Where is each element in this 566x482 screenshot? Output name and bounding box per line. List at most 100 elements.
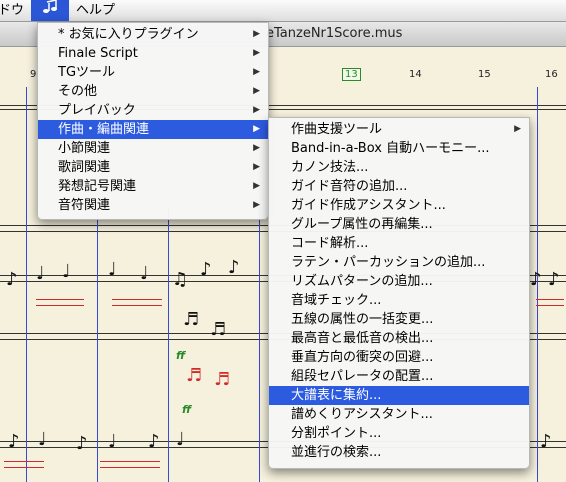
hairpin	[536, 299, 564, 300]
window-title: eTanzeNr1Score.mus	[266, 26, 403, 41]
menu-item-measures[interactable]: 小節関連 ▶	[38, 139, 268, 158]
submenu-arrow-icon: ▶	[253, 124, 260, 134]
menu-item-cue-assistant[interactable]: ガイド作成アシスタント...	[269, 196, 529, 215]
note: ♬	[186, 365, 203, 386]
menu-window[interactable]: ドウ	[0, 0, 31, 21]
menu-item-label: 発想記号関連	[58, 179, 137, 194]
note: ♬	[183, 309, 200, 330]
menu-item-other[interactable]: その他 ▶	[38, 82, 268, 101]
note: ♩	[140, 263, 149, 284]
menu-item-label: ガイド作成アシスタント...	[291, 198, 446, 213]
menu-item-latin-percussion[interactable]: ラテン・パーカッションの追加...	[269, 253, 529, 272]
submenu-arrow-icon: ▶	[253, 105, 260, 115]
note: ♬	[214, 369, 231, 390]
submenu-arrow-icon: ▶	[514, 124, 521, 134]
note: ♩	[176, 429, 185, 450]
menu-item-find-parallels[interactable]: 並進行の検索...	[269, 443, 529, 462]
menu-item-favorites[interactable]: * お気に入りプラグイン ▶	[38, 25, 268, 44]
hairpin	[4, 461, 44, 462]
barline	[168, 207, 169, 482]
menu-item-add-cue-notes[interactable]: ガイド音符の追加...	[269, 177, 529, 196]
menu-item-label: 分割ポイント...	[291, 426, 382, 441]
hairpin	[536, 305, 564, 306]
menu-item-rhythm-pattern[interactable]: リズムパターンの追加...	[269, 272, 529, 291]
note: ♩	[38, 429, 47, 450]
menu-item-label: Band-in-a-Box 自動ハーモニー...	[291, 141, 490, 156]
note: ♪	[228, 257, 240, 278]
note: ♪	[6, 269, 18, 290]
menu-item-chord-analysis[interactable]: コード解析...	[269, 234, 529, 253]
submenu-arrow-icon: ▶	[253, 162, 260, 172]
hairpin	[112, 305, 162, 306]
menu-item-label: ラテン・パーカッションの追加...	[291, 255, 486, 270]
menu-item-piano-reduction[interactable]: 大譜表に集約...	[269, 386, 529, 405]
submenu-arrow-icon: ▶	[253, 48, 260, 58]
menu-item-label: プレイバック	[58, 103, 136, 118]
menu-item-composition[interactable]: 作曲・編曲関連 ▶	[38, 120, 268, 139]
menu-item-finale-script[interactable]: Finale Script ▶	[38, 44, 268, 63]
measure-number: 15	[478, 69, 491, 80]
menu-help[interactable]: ヘルプ	[69, 0, 122, 21]
menu-item-range-check[interactable]: 音域チェック...	[269, 291, 529, 310]
menu-item-label: ガイド音符の追加...	[291, 179, 408, 194]
menu-item-lyrics[interactable]: 歌詞関連 ▶	[38, 158, 268, 177]
menu-item-label: グループ属性の再編集...	[291, 217, 433, 232]
menu-item-system-separator[interactable]: 組段セパレータの配置...	[269, 367, 529, 386]
menu-item-group-attributes[interactable]: グループ属性の再編集...	[269, 215, 529, 234]
menu-item-label: TGツール	[58, 65, 116, 80]
menu-item-label: 最高音と最低音の検出...	[291, 331, 434, 346]
composition-submenu: 作曲支援ツール ▶ Band-in-a-Box 自動ハーモニー... カノン技法.…	[268, 117, 530, 469]
barline	[97, 207, 98, 482]
note: ♬	[210, 319, 227, 340]
plugins-menu: * お気に入りプラグイン ▶ Finale Script ▶ TGツール ▶ その他 ▶…	[37, 22, 269, 220]
menu-item-tg-tools[interactable]: TGツール ▶	[38, 63, 268, 82]
measure-number-boxed: 13	[342, 68, 361, 81]
menu-item-vertical-collision[interactable]: 垂直方向の衝突の回避...	[269, 348, 529, 367]
menu-item-notes[interactable]: 音符関連 ▶	[38, 196, 268, 215]
menu-item-label: カノン技法...	[291, 160, 369, 175]
submenu-arrow-icon: ▶	[253, 181, 260, 191]
measure-number: 9	[30, 69, 37, 80]
submenu-arrow-icon: ▶	[253, 143, 260, 153]
menu-plugins[interactable]	[31, 0, 70, 21]
barline	[259, 207, 260, 482]
submenu-arrow-icon: ▶	[253, 67, 260, 77]
menu-item-band-in-a-box[interactable]: Band-in-a-Box 自動ハーモニー...	[269, 139, 529, 158]
menu-item-split-point[interactable]: 分割ポイント...	[269, 424, 529, 443]
menu-item-label: 作曲支援ツール	[291, 122, 383, 137]
hairpin	[100, 461, 160, 462]
submenu-arrow-icon: ▶	[253, 29, 260, 39]
menu-item-composition-tools[interactable]: 作曲支援ツール ▶	[269, 120, 529, 139]
hairpin	[36, 299, 84, 300]
note: ♪	[8, 431, 20, 452]
note: ♫	[172, 269, 189, 290]
menu-item-label: 音符関連	[58, 198, 111, 213]
menu-item-label: リズムパターンの追加...	[291, 274, 433, 289]
menu-item-expressions[interactable]: 発想記号関連 ▶	[38, 177, 268, 196]
menu-item-canon[interactable]: カノン技法...	[269, 158, 529, 177]
menu-item-find-range-extremes[interactable]: 最高音と最低音の検出...	[269, 329, 529, 348]
measure-number: 14	[409, 69, 422, 80]
note: ♪	[76, 433, 88, 454]
menu-item-label: * お気に入りプラグイン	[58, 27, 199, 42]
submenu-arrow-icon: ▶	[253, 86, 260, 96]
measure-number: 16	[545, 69, 558, 80]
menu-item-label: 作曲・編曲関連	[58, 122, 150, 137]
menu-item-playback[interactable]: プレイバック ▶	[38, 101, 268, 120]
menu-item-label: コード解析...	[291, 236, 369, 251]
menu-bar: ドウ ヘルプ	[0, 0, 566, 22]
menu-item-staff-attributes[interactable]: 五線の属性の一括変更...	[269, 310, 529, 329]
dynamic-marking: ff	[176, 349, 186, 362]
menu-item-label: 組段セパレータの配置...	[291, 369, 434, 384]
note: ♪	[540, 431, 552, 452]
dynamic-marking: ff	[182, 403, 192, 416]
menu-item-page-turn-assistant[interactable]: 譜めくりアシスタント...	[269, 405, 529, 424]
note: ♪	[548, 269, 560, 290]
note: ♪	[200, 259, 212, 280]
menu-item-label: 歌詞関連	[58, 160, 111, 175]
menu-item-label: 並進行の検索...	[291, 445, 382, 460]
menu-item-label: 譜めくりアシスタント...	[291, 407, 433, 422]
note: ♪	[148, 431, 160, 452]
menu-item-label: Finale Script	[58, 46, 138, 61]
menu-item-label: 小節関連	[58, 141, 111, 156]
